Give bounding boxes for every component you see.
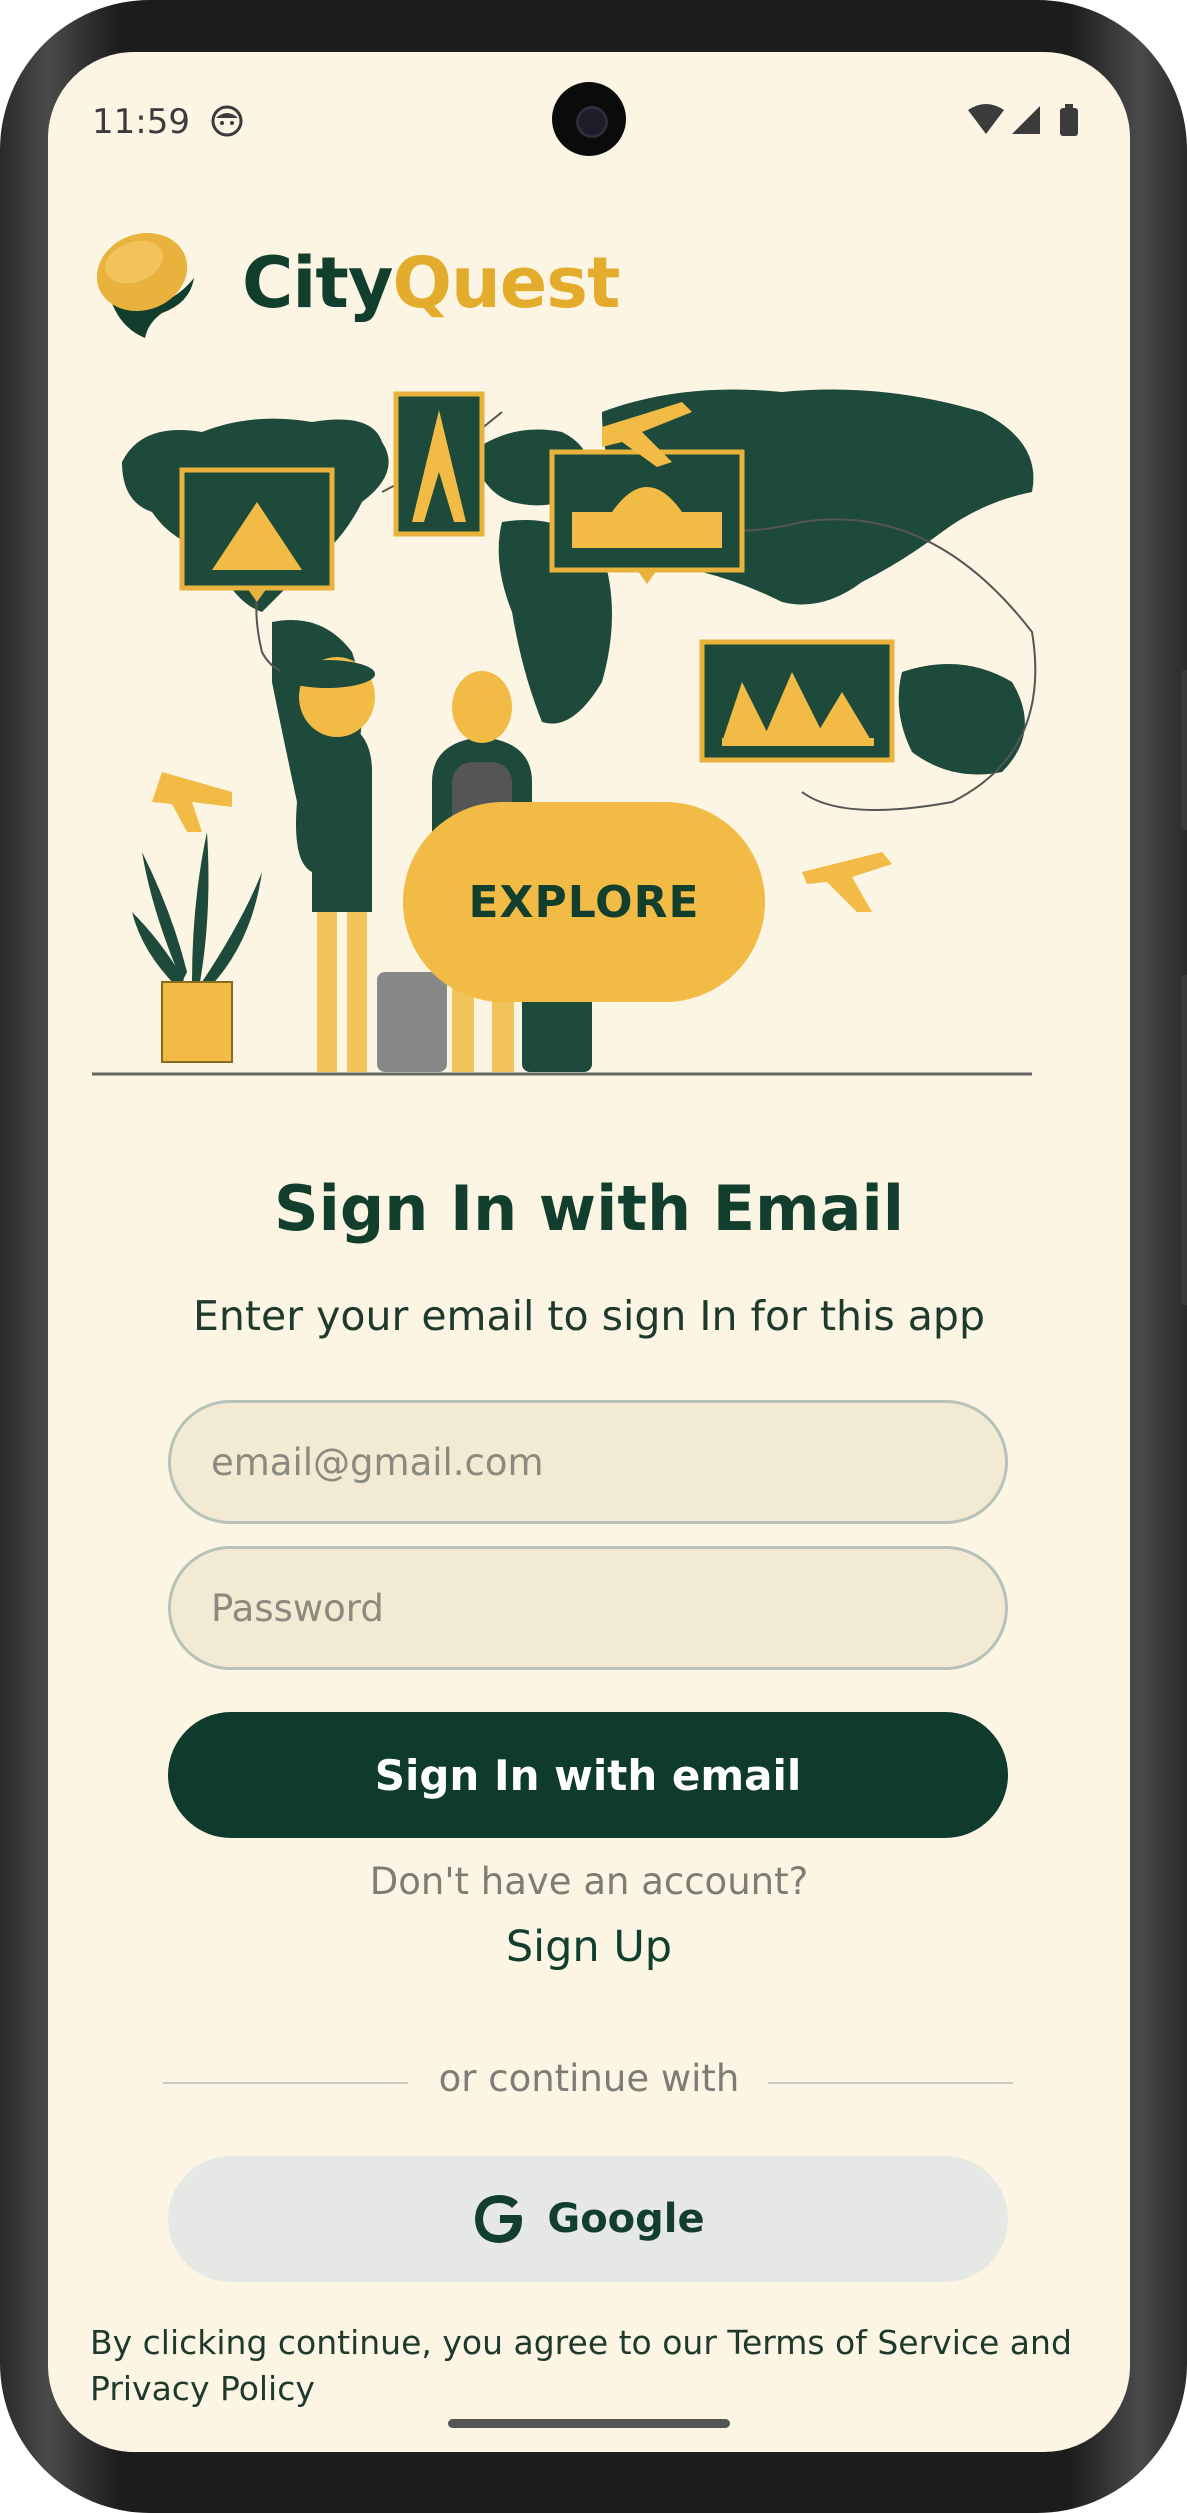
signin-subtitle: Enter your email to sign In for this app <box>193 1292 985 1340</box>
brand-city: City <box>242 242 393 324</box>
cityquest-logo-icon <box>96 232 194 338</box>
app-screen: 11:59 CityQuest EXPLORE Sign In with Ema… <box>48 52 1130 2452</box>
google-signin-button[interactable]: Google <box>168 2156 1008 2282</box>
status-bar: 11:59 <box>48 52 1130 192</box>
status-time: 11:59 <box>92 102 190 142</box>
signin-title: Sign In with Email <box>274 1172 904 1245</box>
opera-frame <box>699 639 895 763</box>
terms-text: By clicking continue, you agree to our T… <box>90 2323 1072 2408</box>
wifi-icon <box>968 104 1004 134</box>
app-brand-name: CityQuest <box>242 242 620 324</box>
eiffel-frame <box>393 391 485 537</box>
google-icon <box>475 2195 523 2243</box>
explore-button[interactable]: EXPLORE <box>403 802 765 1002</box>
divider-text: or continue with <box>438 2057 740 2100</box>
signup-link[interactable]: Sign Up <box>48 1922 1130 1972</box>
google-label: Google <box>547 2196 705 2242</box>
travel-illustration <box>92 389 1037 1076</box>
signal-icon <box>1012 106 1040 134</box>
status-icons <box>968 104 1078 136</box>
email-field[interactable] <box>168 1400 1008 1524</box>
no-account-text: Don't have an account? <box>369 1860 809 1903</box>
tajmahal-frame <box>549 449 745 584</box>
signin-with-email-button[interactable]: Sign In with email <box>168 1712 1008 1838</box>
pyramid-frame <box>179 467 335 602</box>
password-field[interactable] <box>168 1546 1008 1670</box>
battery-icon <box>1060 104 1078 136</box>
notification-face-icon <box>211 105 243 137</box>
volume-button <box>1181 975 1187 1305</box>
phone-frame: 11:59 CityQuest EXPLORE Sign In with Ema… <box>0 0 1187 2513</box>
front-camera <box>552 82 626 156</box>
divider-right <box>768 2082 1013 2084</box>
power-button <box>1181 670 1187 830</box>
plant <box>132 832 262 1063</box>
home-indicator[interactable] <box>448 2419 730 2428</box>
brand-quest: Quest <box>392 242 620 324</box>
